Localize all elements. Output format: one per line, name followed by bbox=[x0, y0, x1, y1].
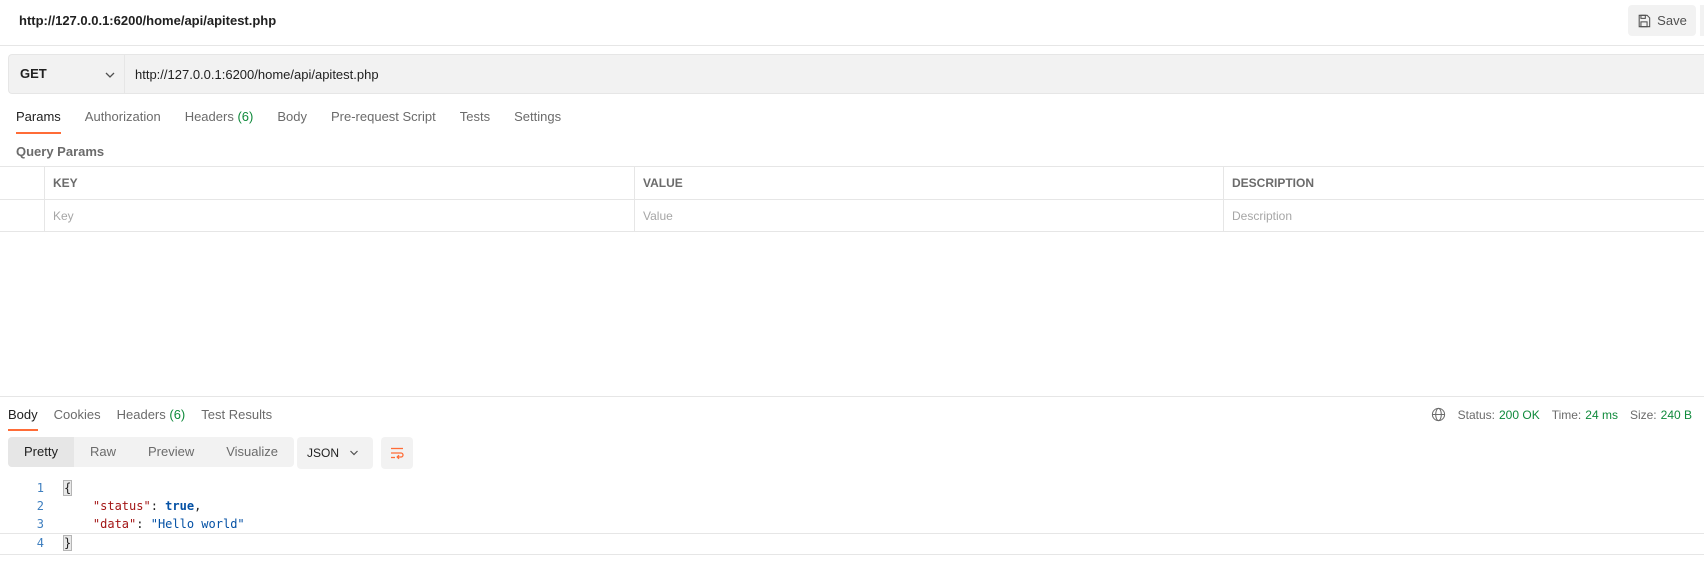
code-line: 4 } bbox=[0, 533, 1704, 551]
code-line: 3 "data": "Hello world" bbox=[0, 515, 1704, 533]
request-title[interactable]: http://127.0.0.1:6200/home/api/apitest.p… bbox=[19, 13, 276, 28]
table-row: Key Value Description bbox=[0, 199, 1704, 232]
time-value[interactable]: 24 ms bbox=[1585, 408, 1618, 422]
tab-settings[interactable]: Settings bbox=[514, 106, 561, 134]
wrap-lines-icon bbox=[391, 447, 404, 460]
tab-pre-request-script[interactable]: Pre-request Script bbox=[331, 106, 436, 134]
tab-tests[interactable]: Tests bbox=[460, 106, 490, 134]
json-value: "Hello world" bbox=[150, 517, 245, 531]
column-header-key: KEY bbox=[44, 167, 634, 199]
code-line: 2 "status": true, bbox=[0, 497, 1704, 515]
view-visualize[interactable]: Visualize bbox=[210, 437, 294, 467]
url-input[interactable] bbox=[135, 55, 1635, 93]
request-header: http://127.0.0.1:6200/home/api/apitest.p… bbox=[0, 0, 1704, 46]
save-button[interactable]: Save bbox=[1628, 5, 1696, 36]
column-header-value: VALUE bbox=[634, 167, 1223, 199]
response-panel: Body Cookies Headers (6) Test Results St… bbox=[0, 396, 1704, 565]
headers-count: (6) bbox=[237, 109, 254, 124]
table-header-row: KEY VALUE DESCRIPTION bbox=[0, 166, 1704, 199]
url-bar: GET bbox=[8, 54, 1704, 94]
code-line: 1 { bbox=[0, 479, 1704, 497]
response-tab-cookies[interactable]: Cookies bbox=[54, 405, 101, 431]
chevron-down-icon bbox=[350, 450, 358, 456]
open-brace: { bbox=[62, 480, 73, 496]
view-preview[interactable]: Preview bbox=[132, 437, 210, 467]
response-body-editor[interactable]: 1 { 2 "status": true, 3 "data": "Hello w… bbox=[0, 479, 1704, 555]
line-number: 3 bbox=[36, 517, 44, 531]
response-view-switcher: Pretty Raw Preview Visualize bbox=[8, 437, 295, 467]
save-label: Save bbox=[1657, 13, 1687, 28]
json-key: "status" bbox=[92, 499, 151, 513]
line-number: 2 bbox=[36, 499, 44, 513]
value-input[interactable]: Value bbox=[634, 200, 1223, 232]
globe-icon[interactable] bbox=[1431, 407, 1446, 422]
close-brace: } bbox=[62, 535, 73, 551]
tab-params[interactable]: Params bbox=[16, 106, 61, 134]
row-checkbox[interactable] bbox=[0, 200, 44, 232]
format-label: JSON bbox=[307, 446, 340, 460]
status-value[interactable]: 200 OK bbox=[1499, 408, 1540, 422]
query-params-table: KEY VALUE DESCRIPTION Key Value Descript… bbox=[0, 166, 1704, 232]
key-input[interactable]: Key bbox=[44, 200, 634, 232]
editor-bottom-border bbox=[0, 554, 1704, 555]
more-actions-button[interactable] bbox=[1700, 5, 1704, 36]
format-select[interactable]: JSON bbox=[297, 437, 373, 469]
response-meta: Status: 200 OK Time: 24 ms Size: 240 B bbox=[1431, 407, 1692, 422]
response-tab-test-results[interactable]: Test Results bbox=[201, 405, 272, 431]
json-value: true bbox=[165, 499, 195, 513]
wrap-lines-button[interactable] bbox=[381, 437, 413, 469]
response-tab-headers[interactable]: Headers (6) bbox=[117, 405, 186, 431]
tab-headers[interactable]: Headers (6) bbox=[185, 106, 254, 134]
table-checkbox-header bbox=[0, 167, 44, 199]
query-params-label: Query Params bbox=[16, 144, 105, 159]
tab-body[interactable]: Body bbox=[277, 106, 307, 134]
json-key: "data" bbox=[92, 517, 137, 531]
method-select[interactable]: GET bbox=[9, 55, 125, 93]
description-input[interactable]: Description bbox=[1223, 200, 1704, 232]
chevron-down-icon bbox=[105, 72, 115, 78]
save-icon bbox=[1638, 14, 1651, 27]
request-tabs: Params Authorization Headers (6) Body Pr… bbox=[16, 106, 585, 136]
size-value[interactable]: 240 B bbox=[1661, 408, 1692, 422]
view-pretty[interactable]: Pretty bbox=[8, 437, 74, 467]
column-header-description: DESCRIPTION bbox=[1223, 167, 1704, 199]
line-number: 4 bbox=[36, 536, 44, 550]
response-tabs: Body Cookies Headers (6) Test Results bbox=[8, 405, 288, 431]
line-number: 1 bbox=[36, 481, 44, 495]
size-label: Size: bbox=[1629, 407, 1657, 422]
response-tab-body[interactable]: Body bbox=[8, 405, 38, 431]
view-raw[interactable]: Raw bbox=[74, 437, 132, 467]
status-label: Status: bbox=[1457, 407, 1495, 422]
response-headers-count: (6) bbox=[169, 407, 186, 422]
tab-authorization[interactable]: Authorization bbox=[85, 106, 161, 134]
method-label: GET bbox=[20, 66, 47, 81]
time-label: Time: bbox=[1551, 407, 1582, 422]
